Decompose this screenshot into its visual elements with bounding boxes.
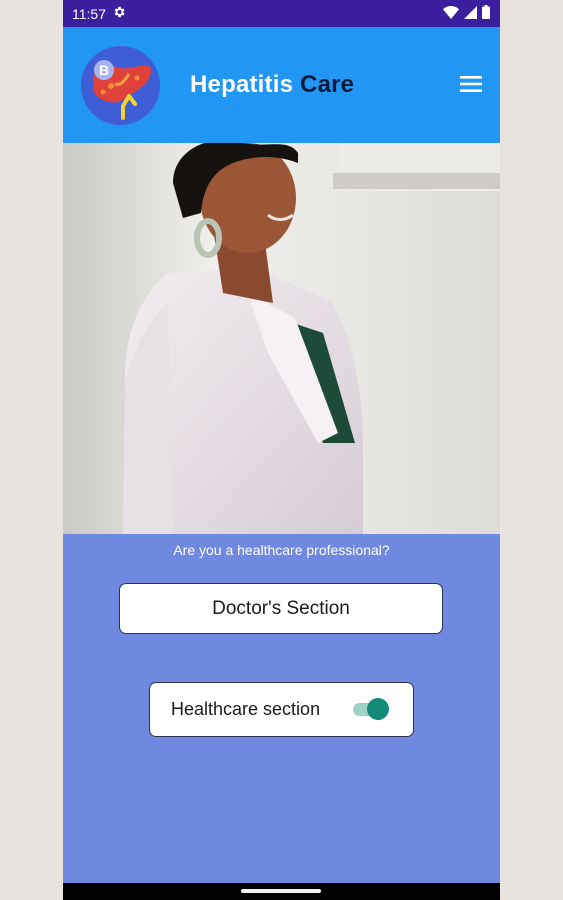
app-title-part-1: Hepatitis bbox=[190, 71, 294, 98]
healthcare-toggle-switch[interactable] bbox=[353, 698, 389, 720]
battery-icon bbox=[482, 5, 490, 22]
home-gesture-handle[interactable] bbox=[241, 889, 321, 893]
healthcare-section-row[interactable]: Healthcare section bbox=[149, 682, 414, 737]
hero-image bbox=[63, 143, 500, 534]
navigation-bar bbox=[63, 883, 500, 900]
app-bar: B Hepatitis Care bbox=[63, 27, 500, 143]
healthcare-question: Are you a healthcare professional? bbox=[173, 542, 390, 558]
doctors-section-button[interactable]: Doctor's Section bbox=[119, 583, 443, 634]
settings-icon bbox=[112, 5, 126, 22]
status-time: 11:57 bbox=[72, 5, 106, 22]
liver-logo-icon: B bbox=[81, 46, 160, 125]
healthcare-section-label: Healthcare section bbox=[171, 699, 321, 719]
svg-text:B: B bbox=[99, 62, 109, 78]
app-title-part-2: Care bbox=[300, 71, 355, 98]
app-title: Hepatitis Care bbox=[190, 71, 354, 99]
hamburger-menu-icon[interactable] bbox=[460, 75, 482, 93]
toggle-thumb bbox=[367, 698, 389, 720]
wifi-icon bbox=[443, 5, 459, 22]
status-bar: 11:57 bbox=[63, 0, 500, 27]
signal-icon bbox=[464, 5, 477, 22]
phone-screen: 11:57 B Hepatitis Care Are you a healthc… bbox=[63, 0, 500, 900]
